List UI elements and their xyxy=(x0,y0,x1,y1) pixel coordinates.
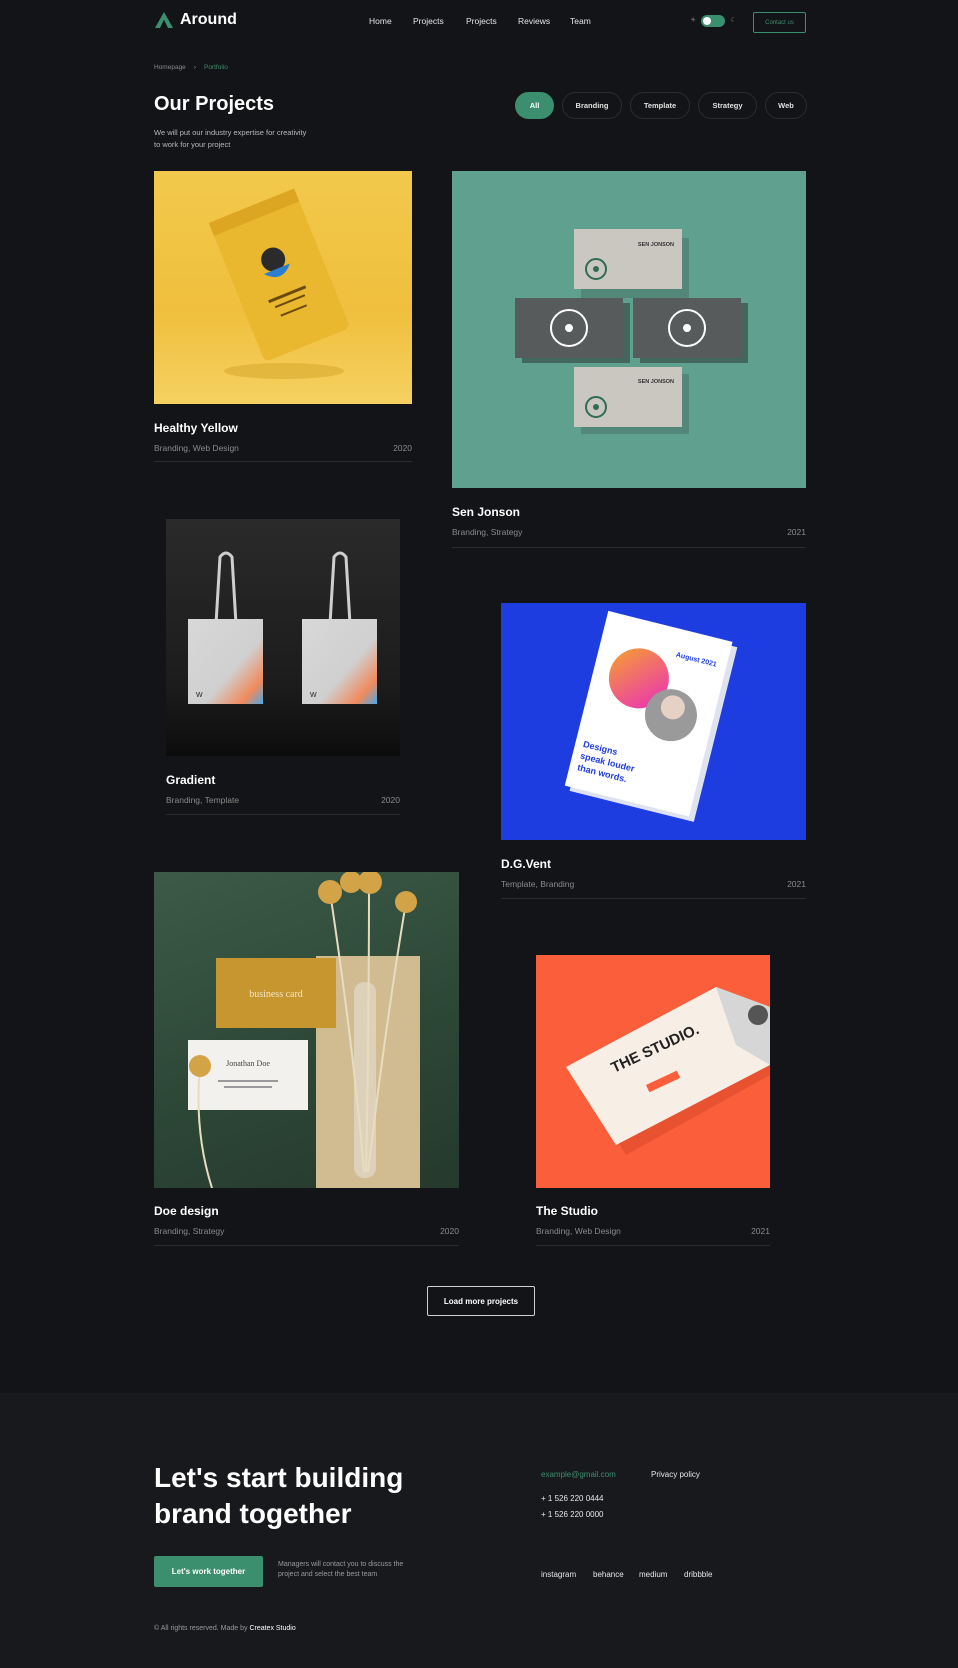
project-image-gradient[interactable]: W W xyxy=(166,519,400,756)
project-title[interactable]: D.G.Vent xyxy=(501,857,551,871)
business-cards-illustration: SEN JONSON SEN JONSON xyxy=(515,229,748,434)
project-tags: Branding, Web Design xyxy=(536,1226,621,1236)
copyright-text: © All rights reserved. Made by xyxy=(154,1625,248,1632)
copyright-brand[interactable]: Createx Studio xyxy=(249,1625,295,1632)
nav-projects-2[interactable]: Projects xyxy=(466,16,497,26)
project-tags: Branding, Web Design xyxy=(154,443,239,453)
breadcrumb-home[interactable]: Homepage xyxy=(154,64,186,71)
project-tags: Branding, Strategy xyxy=(452,527,523,537)
card-name-bottom: SEN JONSON xyxy=(638,379,674,385)
contact-button[interactable]: Contact us xyxy=(753,12,806,33)
filter-strategy[interactable]: Strategy xyxy=(698,92,757,119)
project-title[interactable]: The Studio xyxy=(536,1204,598,1218)
project-title[interactable]: Doe design xyxy=(154,1204,219,1218)
divider xyxy=(166,814,400,815)
project-image-sen-jonson[interactable]: SEN JONSON SEN JONSON xyxy=(452,171,806,488)
brand-name: Around xyxy=(180,11,237,28)
footer-note: Managers will contact you to discuss the… xyxy=(278,1561,404,1578)
project-year: 2020 xyxy=(381,795,400,805)
project-title[interactable]: Healthy Yellow xyxy=(154,421,238,435)
social-instagram[interactable]: instagram xyxy=(541,1570,576,1579)
nav-projects[interactable]: Projects xyxy=(413,16,444,26)
filter-template[interactable]: Template xyxy=(630,92,690,119)
work-together-button[interactable]: Let's work together xyxy=(154,1556,263,1587)
project-year: 2021 xyxy=(787,527,806,537)
project-title[interactable]: Gradient xyxy=(166,773,215,787)
nav-reviews[interactable]: Reviews xyxy=(518,16,550,26)
project-image-the-studio[interactable]: THE STUDIO. xyxy=(536,955,770,1188)
divider xyxy=(536,1245,770,1246)
divider xyxy=(452,547,806,548)
divider xyxy=(501,898,806,899)
social-dribbble[interactable]: dribbble xyxy=(684,1570,712,1579)
footer-email[interactable]: example@gmail.com xyxy=(541,1470,616,1479)
tote-bags-illustration: W W xyxy=(188,551,377,704)
project-year: 2020 xyxy=(440,1226,459,1236)
moon-icon: ☾ xyxy=(730,17,737,24)
divider xyxy=(154,1245,459,1246)
project-title[interactable]: Sen Jonson xyxy=(452,505,520,519)
breadcrumb: Homepage › Portfolio xyxy=(154,64,228,71)
toggle-knob xyxy=(703,17,712,25)
svg-text:W: W xyxy=(310,692,317,699)
project-tags: Template, Branding xyxy=(501,879,575,889)
footer xyxy=(0,1393,958,1668)
filter-all[interactable]: All xyxy=(515,92,554,119)
chevron-right-icon: › xyxy=(193,64,196,71)
breadcrumb-current: Portfolio xyxy=(203,64,228,71)
pouch-illustration xyxy=(208,188,349,379)
poster-illustration: August 2021 Designs speak louder than wo… xyxy=(564,610,738,822)
card-person-name: Jonathan Doe xyxy=(226,1059,270,1068)
project-year: 2021 xyxy=(751,1226,770,1236)
business-card-illustration: business card Jonathan Doe xyxy=(188,872,420,1188)
project-image-doe-design[interactable]: business card Jonathan Doe xyxy=(154,872,459,1188)
theme-switch[interactable]: ☀ ☾ xyxy=(690,15,737,27)
theme-toggle[interactable] xyxy=(701,15,726,27)
footer-heading: Let's start building brand together xyxy=(154,1462,404,1529)
divider xyxy=(154,461,412,462)
card-label: business card xyxy=(249,989,303,1000)
sun-icon: ☀ xyxy=(690,17,697,24)
page-title: Our Projects xyxy=(154,93,275,115)
project-year: 2020 xyxy=(393,443,412,453)
project-image-dgvent[interactable]: August 2021 Designs speak louder than wo… xyxy=(501,603,806,840)
studio-flyer-illustration: THE STUDIO. xyxy=(566,987,770,1155)
load-more-button[interactable]: Load more projects xyxy=(427,1286,535,1316)
brand-logo[interactable]: Around xyxy=(154,11,237,29)
project-tags: Branding, Strategy xyxy=(154,1226,225,1236)
social-behance[interactable]: behance xyxy=(593,1570,624,1579)
svg-text:W: W xyxy=(196,692,203,699)
card-name-top: SEN JONSON xyxy=(638,242,674,248)
nav-home[interactable]: Home xyxy=(369,16,392,26)
filter-web[interactable]: Web xyxy=(765,92,807,119)
social-medium[interactable]: medium xyxy=(639,1570,667,1579)
footer-phone[interactable]: + 1 526 220 0444 xyxy=(541,1494,604,1503)
project-tags: Branding, Template xyxy=(166,795,240,805)
project-image-healthy-yellow[interactable] xyxy=(154,171,412,404)
privacy-policy-link[interactable]: Privacy policy xyxy=(651,1470,700,1479)
project-year: 2021 xyxy=(787,879,806,889)
page-subtitle: We will put our industry expertise for c… xyxy=(154,128,307,149)
footer-phone[interactable]: + 1 526 220 0000 xyxy=(541,1510,604,1519)
nav-team[interactable]: Team xyxy=(570,16,591,26)
copyright: © All rights reserved. Made by Createx S… xyxy=(154,1625,296,1632)
logo-icon xyxy=(155,12,173,28)
filter-branding[interactable]: Branding xyxy=(562,92,622,119)
